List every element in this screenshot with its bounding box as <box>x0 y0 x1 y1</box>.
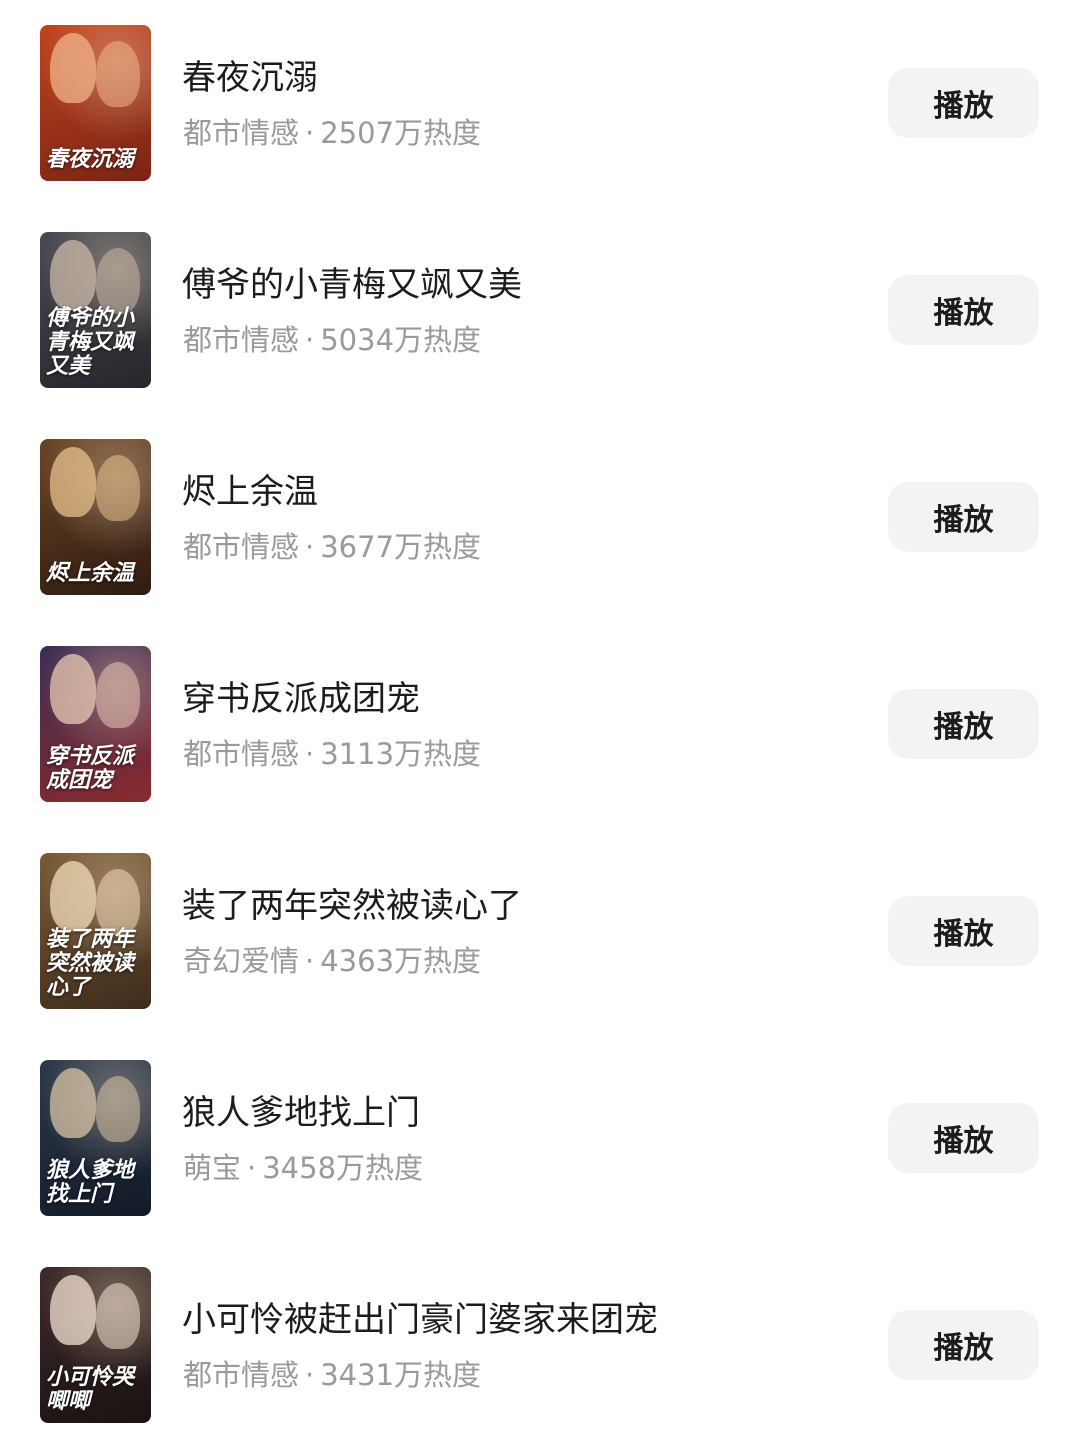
play-button[interactable]: 播放 <box>888 1310 1039 1380</box>
drama-title[interactable]: 装了两年突然被读心了 <box>182 884 522 928</box>
heat-count: 3431万热度 <box>320 1358 482 1392</box>
play-button[interactable]: 播放 <box>888 275 1039 345</box>
drama-cover-image[interactable]: 烬上余温 <box>40 439 151 595</box>
play-button[interactable]: 播放 <box>888 1103 1039 1173</box>
cover-title-text: 烬上余温 <box>46 560 135 586</box>
drama-list: 春夜沉溺 春夜沉溺 都市情感 · 2507万热度 播放 傅爷的小青梅又飒又美 傅爷的小青梅又飒… <box>0 0 1080 1429</box>
heat-count: 2507万热度 <box>320 116 482 150</box>
genre-label: 都市情感 <box>183 1358 300 1392</box>
heat-count: 3458万热度 <box>262 1151 424 1185</box>
cover-figure-female <box>96 662 140 728</box>
drama-list-item[interactable]: 傅爷的小青梅又飒又美 傅爷的小青梅又飒又美 都市情感 · 5034万热度 播放 <box>0 207 1080 414</box>
play-button[interactable]: 播放 <box>888 68 1039 138</box>
meta-separator: · <box>305 116 315 150</box>
drama-meta: 都市情感 · 3431万热度 <box>183 1356 481 1394</box>
drama-meta: 都市情感 · 2507万热度 <box>183 114 481 152</box>
cover-title-text: 狼人爹地找上门 <box>46 1157 135 1207</box>
drama-meta: 都市情感 · 3677万热度 <box>183 528 481 566</box>
genre-label: 奇幻爱情 <box>183 944 300 978</box>
drama-cover-image[interactable]: 春夜沉溺 <box>40 25 151 181</box>
cover-title-text: 小可怜哭唧唧 <box>46 1364 135 1414</box>
cover-figure-female <box>96 1076 140 1142</box>
drama-title[interactable]: 狼人爹地找上门 <box>182 1091 420 1135</box>
drama-cover-image[interactable]: 穿书反派成团宠 <box>40 646 151 802</box>
cover-title-text: 春夜沉溺 <box>46 146 135 172</box>
drama-list-item[interactable]: 狼人爹地找上门 狼人爹地找上门 萌宝 · 3458万热度 播放 <box>0 1035 1080 1242</box>
drama-meta: 都市情感 · 5034万热度 <box>183 321 481 359</box>
genre-label: 萌宝 <box>183 1151 242 1185</box>
genre-label: 都市情感 <box>183 737 300 771</box>
meta-separator: · <box>305 530 315 564</box>
genre-label: 都市情感 <box>183 323 300 357</box>
meta-separator: · <box>247 1151 257 1185</box>
drama-title[interactable]: 春夜沉溺 <box>182 56 318 100</box>
genre-label: 都市情感 <box>183 116 300 150</box>
play-button[interactable]: 播放 <box>888 896 1039 966</box>
drama-list-item[interactable]: 穿书反派成团宠 穿书反派成团宠 都市情感 · 3113万热度 播放 <box>0 621 1080 828</box>
drama-meta: 都市情感 · 3113万热度 <box>183 735 481 773</box>
meta-separator: · <box>305 1358 315 1392</box>
heat-count: 3113万热度 <box>320 737 482 771</box>
cover-figure-male <box>50 654 96 724</box>
drama-title[interactable]: 小可怜被赶出门豪门婆家来团宠 <box>182 1298 658 1342</box>
meta-separator: · <box>305 323 315 357</box>
drama-cover-image[interactable]: 小可怜哭唧唧 <box>40 1267 151 1423</box>
play-button[interactable]: 播放 <box>888 689 1039 759</box>
cover-figure-female <box>96 1283 140 1349</box>
cover-title-text: 装了两年突然被读心了 <box>46 926 135 1000</box>
drama-title[interactable]: 傅爷的小青梅又飒又美 <box>182 263 522 307</box>
cover-title-text: 傅爷的小青梅又飒又美 <box>46 305 135 379</box>
cover-figure-male <box>50 1068 96 1138</box>
meta-separator: · <box>305 944 315 978</box>
drama-list-item[interactable]: 春夜沉溺 春夜沉溺 都市情感 · 2507万热度 播放 <box>0 0 1080 207</box>
drama-meta: 萌宝 · 3458万热度 <box>183 1149 423 1187</box>
cover-figure-male <box>50 447 96 517</box>
drama-cover-image[interactable]: 傅爷的小青梅又飒又美 <box>40 232 151 388</box>
drama-list-item[interactable]: 装了两年突然被读心了 装了两年突然被读心了 奇幻爱情 · 4363万热度 播放 <box>0 828 1080 1035</box>
drama-list-item[interactable]: 烬上余温 烬上余温 都市情感 · 3677万热度 播放 <box>0 414 1080 621</box>
drama-meta: 奇幻爱情 · 4363万热度 <box>183 942 481 980</box>
drama-title[interactable]: 穿书反派成团宠 <box>182 677 420 721</box>
play-button[interactable]: 播放 <box>888 482 1039 552</box>
cover-title-text: 穿书反派成团宠 <box>46 743 135 793</box>
drama-cover-image[interactable]: 狼人爹地找上门 <box>40 1060 151 1216</box>
drama-title[interactable]: 烬上余温 <box>182 470 318 514</box>
cover-figure-male <box>50 1275 96 1345</box>
drama-list-item[interactable]: 小可怜哭唧唧 小可怜被赶出门豪门婆家来团宠都市情感 · 3431万热度 播放 <box>0 1242 1080 1449</box>
cover-figure-female <box>96 41 140 107</box>
heat-count: 5034万热度 <box>320 323 482 357</box>
heat-count: 3677万热度 <box>320 530 482 564</box>
cover-figure-male <box>50 861 96 931</box>
genre-label: 都市情感 <box>183 530 300 564</box>
cover-figure-female <box>96 455 140 521</box>
drama-cover-image[interactable]: 装了两年突然被读心了 <box>40 853 151 1009</box>
heat-count: 4363万热度 <box>320 944 482 978</box>
cover-figure-male <box>50 33 96 103</box>
cover-figure-male <box>50 240 96 310</box>
meta-separator: · <box>305 737 315 771</box>
